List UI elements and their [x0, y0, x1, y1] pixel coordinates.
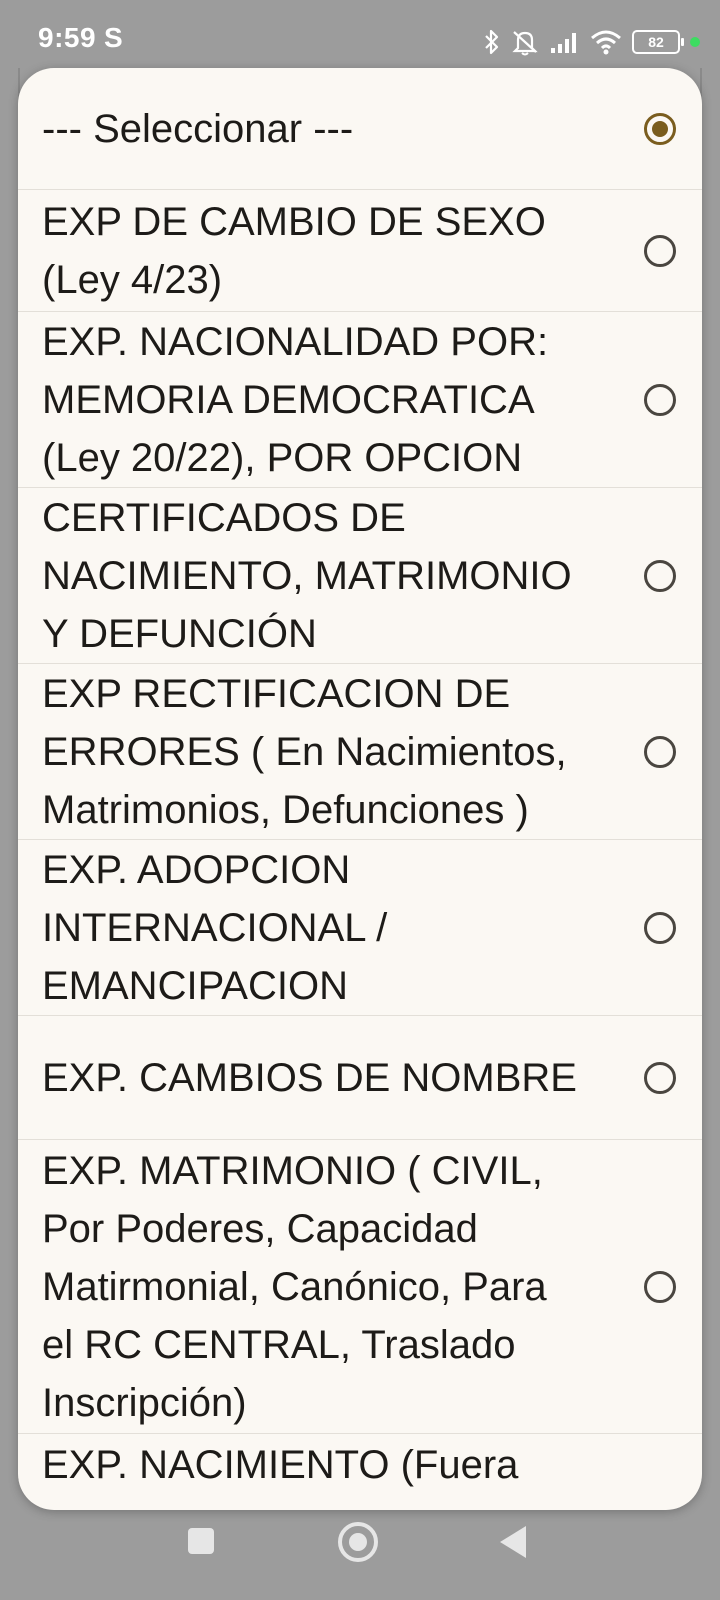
option-cambios-nombre[interactable]: EXP. CAMBIOS DE NOMBRE — [18, 1016, 702, 1140]
option-certificados[interactable]: CERTIFICADOS DE NACIMIENTO, MATRIMONIO Y… — [18, 488, 702, 664]
recents-icon[interactable] — [188, 1528, 214, 1554]
selection-dialog: --- Seleccionar --- EXP DE CAMBIO DE SEX… — [18, 68, 702, 1510]
home-icon[interactable] — [338, 1522, 378, 1562]
battery-icon: 82 — [632, 30, 684, 54]
option-adopcion[interactable]: EXP. ADOPCION INTERNACIONAL / EMANCIPACI… — [18, 840, 702, 1016]
option-label: EXP. NACIONALIDAD POR: MEMORIA DEMOCRATI… — [42, 319, 549, 480]
option-matrimonio[interactable]: EXP. MATRIMONIO ( CIVIL, Por Poderes, Ca… — [18, 1140, 702, 1434]
app-indicator-icon: S — [104, 22, 123, 53]
option-label: CERTIFICADOS DE NACIMIENTO, MATRIMONIO Y… — [42, 495, 572, 656]
radio-icon[interactable] — [644, 1270, 676, 1303]
status-icons: 82 — [484, 24, 700, 60]
option-label: EXP DE CAMBIO DE SEXO (Ley 4/23) — [42, 199, 546, 302]
option-list: --- Seleccionar --- EXP DE CAMBIO DE SEX… — [18, 68, 702, 1510]
radio-icon[interactable] — [644, 911, 676, 944]
option-label: EXP. MATRIMONIO ( CIVIL, Por Poderes, Ca… — [42, 1148, 547, 1425]
option-label: EXP RECTIFICACION DE ERRORES ( En Nacimi… — [42, 671, 567, 832]
option-label: --- Seleccionar --- — [42, 106, 354, 151]
radio-icon[interactable] — [644, 1061, 676, 1094]
option-label: EXP. NACIMIENTO (Fuera — [42, 1443, 519, 1487]
radio-icon[interactable] — [644, 735, 676, 768]
navigation-bar — [0, 1500, 720, 1600]
privacy-indicator-dot — [690, 37, 700, 47]
option-rectificacion[interactable]: EXP RECTIFICACION DE ERRORES ( En Nacimi… — [18, 664, 702, 840]
bluetooth-icon — [485, 29, 499, 55]
radio-icon[interactable] — [644, 234, 676, 267]
back-icon[interactable] — [500, 1526, 526, 1558]
signal-icon — [551, 33, 576, 53]
option-seleccionar[interactable]: --- Seleccionar --- — [18, 68, 702, 190]
mute-icon — [512, 31, 538, 56]
option-nacionalidad[interactable]: EXP. NACIONALIDAD POR: MEMORIA DEMOCRATI… — [18, 312, 702, 488]
radio-selected-icon[interactable] — [644, 112, 676, 145]
option-label: EXP. CAMBIOS DE NOMBRE — [42, 1055, 577, 1100]
radio-icon[interactable] — [644, 559, 676, 592]
wifi-icon — [591, 30, 621, 55]
option-label: EXP. ADOPCION INTERNACIONAL / EMANCIPACI… — [42, 847, 388, 1008]
option-cambio-sexo[interactable]: EXP DE CAMBIO DE SEXO (Ley 4/23) — [18, 190, 702, 312]
status-time: 9:59 — [38, 22, 97, 53]
radio-icon[interactable] — [644, 383, 676, 416]
option-nacimiento[interactable]: EXP. NACIMIENTO (Fuera — [18, 1434, 702, 1510]
